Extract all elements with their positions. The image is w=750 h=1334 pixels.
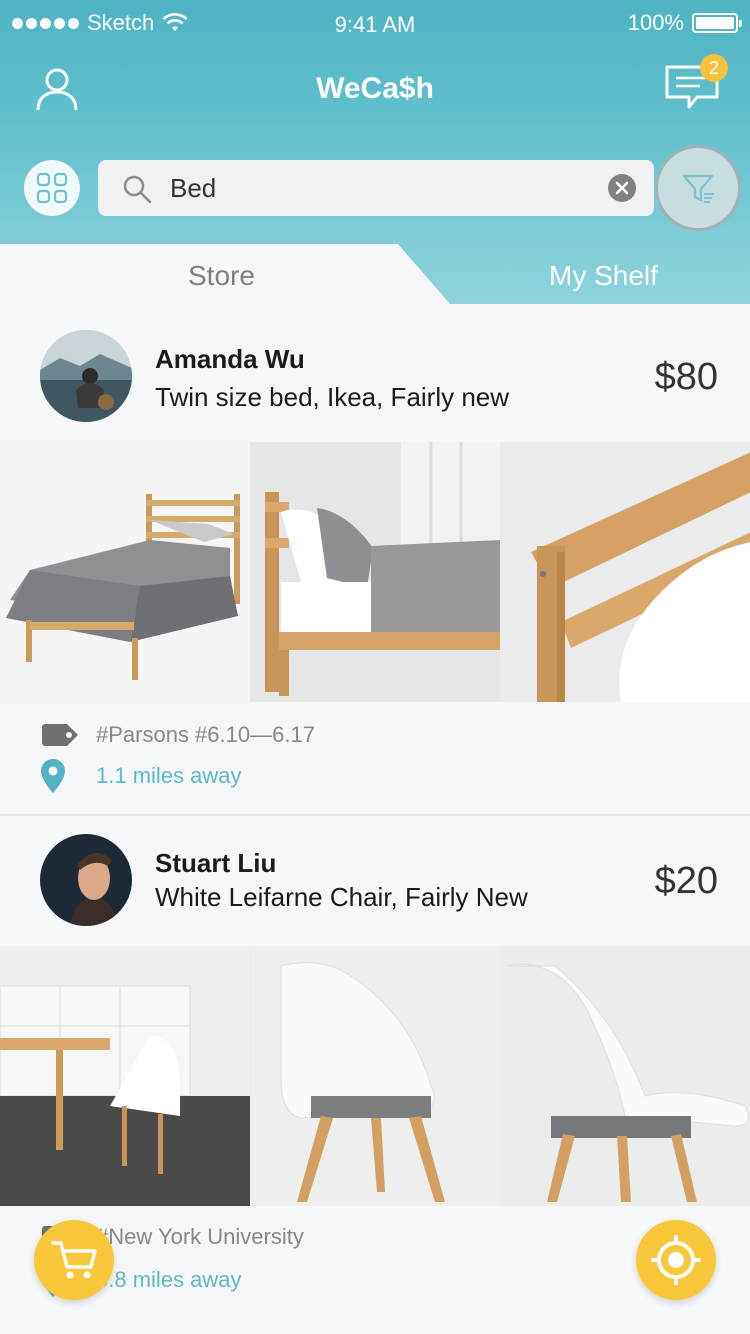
item-photo[interactable] [0, 442, 250, 702]
tab-bar: Store My Shelf [0, 244, 750, 304]
bed-headboard-closeup-photo [501, 442, 750, 702]
nav-bar: WeCa$h 2 [0, 46, 750, 130]
filter-button[interactable] [655, 145, 741, 231]
item-description: Twin size bed, Ikea, Fairly new [155, 382, 510, 412]
clear-search-button[interactable] [608, 174, 636, 202]
tab-my-shelf-label: My Shelf [549, 260, 658, 291]
search-row [0, 145, 750, 231]
close-icon [615, 181, 629, 195]
photo-row [0, 946, 750, 1206]
battery-group: 100% [627, 10, 742, 36]
tag-icon [42, 724, 78, 746]
photo-row [0, 442, 750, 702]
tags-row: #Parsons #6.10—6.17 [40, 722, 315, 748]
item-photo[interactable] [500, 946, 750, 1206]
chair-front-photo [251, 946, 500, 1206]
item-distance: 1.1 miles away [96, 763, 242, 788]
battery-icon [692, 13, 742, 33]
tab-store[interactable]: Store [0, 244, 450, 304]
item-description: White Leifarne Chair, Fairly New [155, 882, 528, 912]
search-input[interactable] [170, 168, 590, 208]
app-title: WeCa$h [316, 72, 434, 105]
messages-button[interactable]: 2 [664, 54, 728, 112]
cart-button[interactable] [34, 1220, 114, 1300]
item-photo[interactable] [250, 442, 500, 702]
item-photo[interactable] [250, 946, 500, 1206]
avatar-image [40, 834, 132, 926]
seller-name: Amanda Wu [155, 344, 305, 374]
seller-name: Stuart Liu [155, 848, 277, 878]
item-price: $80 [654, 356, 718, 398]
bed-side-photo [251, 442, 500, 702]
crosshair-icon [651, 1235, 701, 1285]
item-tags: #New York University [96, 1224, 304, 1249]
item-tags: #Parsons #6.10—6.17 [96, 722, 315, 747]
app-header: Sketch 9:41 AM 100% WeCa$h 2 Bed Store M… [0, 0, 750, 304]
seller-avatar[interactable] [40, 834, 132, 926]
tab-my-shelf[interactable]: My Shelf [450, 244, 750, 304]
categories-button[interactable] [24, 160, 80, 216]
avatar-image [40, 330, 132, 422]
item-price: $20 [654, 860, 718, 902]
message-count-badge: 2 [700, 54, 728, 82]
tab-store-label: Store [188, 260, 255, 291]
item-distance: 0.8 miles away [96, 1267, 242, 1292]
chair-side-photo [501, 946, 750, 1206]
seller-avatar[interactable] [40, 330, 132, 422]
filter-icon [682, 174, 714, 203]
chair-kitchen-photo [0, 946, 250, 1206]
distance-row: 1.1 miles away [40, 758, 242, 794]
listing-card[interactable]: Amanda Wu Twin size bed, Ikea, Fairly ne… [0, 304, 750, 814]
item-photo[interactable] [500, 442, 750, 702]
locate-me-button[interactable] [636, 1220, 716, 1300]
item-photo[interactable] [0, 946, 250, 1206]
grid-icon [36, 172, 68, 204]
cart-icon [51, 1241, 97, 1279]
search-box [98, 160, 654, 216]
search-icon [123, 175, 152, 204]
status-bar: Sketch 9:41 AM 100% [0, 0, 750, 46]
bed-front-photo [0, 442, 250, 702]
location-pin-icon [41, 759, 65, 793]
battery-label: 100% [627, 10, 684, 35]
